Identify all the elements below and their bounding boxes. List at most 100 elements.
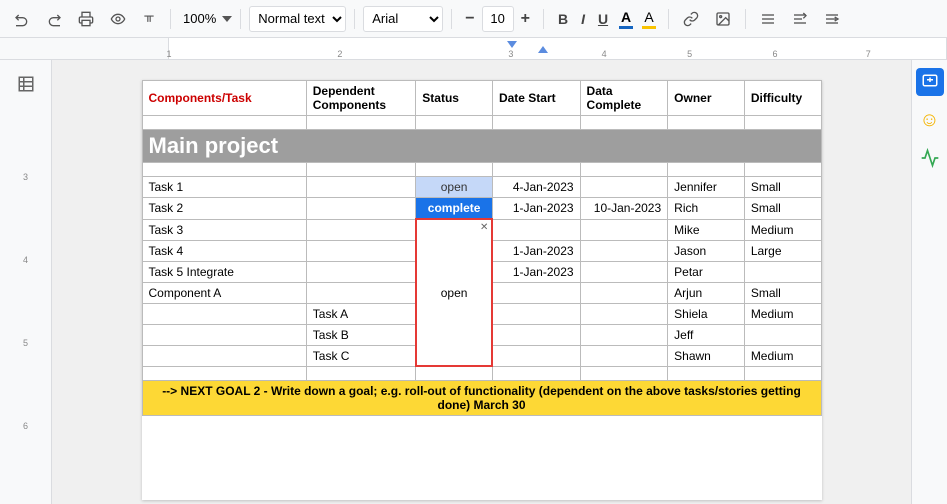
taskC-data-complete bbox=[580, 345, 668, 366]
zoom-value: 100% bbox=[179, 9, 220, 28]
taskA-component bbox=[142, 303, 306, 324]
header-data-complete: Data Complete bbox=[580, 81, 668, 116]
separator-4 bbox=[451, 9, 452, 29]
paint-format-button[interactable] bbox=[104, 7, 132, 31]
ruler-tab-marker-2 bbox=[538, 46, 548, 53]
header-dependent: Dependent Components bbox=[306, 81, 416, 116]
main-content: 3 4 5 6 Components/Task Dependent Compon… bbox=[0, 60, 947, 504]
spacer-row-3 bbox=[142, 366, 821, 380]
task2-status[interactable]: complete bbox=[416, 198, 493, 220]
page-number-4: 4 bbox=[23, 255, 28, 265]
task4-name: Task 4 bbox=[142, 240, 306, 261]
separator-7 bbox=[745, 9, 746, 29]
redo-button[interactable] bbox=[40, 7, 68, 31]
more-options-button[interactable] bbox=[818, 7, 846, 31]
outline-icon[interactable] bbox=[10, 68, 42, 100]
undo-button[interactable] bbox=[8, 7, 36, 31]
taskA-date-start bbox=[492, 303, 580, 324]
separator-2 bbox=[240, 9, 241, 29]
table-row: Task 2 complete 1-Jan-2023 10-Jan-2023 R… bbox=[142, 198, 821, 220]
underline-button[interactable]: U bbox=[592, 8, 614, 30]
ruler-mark-5: 6 bbox=[773, 49, 778, 59]
taskA-difficulty: Medium bbox=[744, 303, 821, 324]
task5-name: Task 5 Integrate bbox=[142, 261, 306, 282]
task4-difficulty: Large bbox=[744, 240, 821, 261]
task1-difficulty: Small bbox=[744, 177, 821, 198]
add-comment-button[interactable] bbox=[916, 68, 944, 96]
task5-owner: Petar bbox=[668, 261, 745, 282]
emoji-button[interactable]: ☺ bbox=[916, 106, 944, 134]
task5-date-start: 1-Jan-2023 bbox=[492, 261, 580, 282]
task5-data-complete bbox=[580, 261, 668, 282]
task2-name: Task 2 bbox=[142, 198, 306, 220]
task2-owner: Rich bbox=[668, 198, 745, 220]
ruler-mark-1: 2 bbox=[337, 49, 342, 59]
font-size-input[interactable] bbox=[482, 6, 514, 32]
compA-difficulty: Small bbox=[744, 282, 821, 303]
task5-dependent bbox=[306, 261, 416, 282]
taskC-name: Task C bbox=[306, 345, 416, 366]
task1-date-start: 4-Jan-2023 bbox=[492, 177, 580, 198]
separator-6 bbox=[668, 9, 669, 29]
task3-owner: Mike bbox=[668, 219, 745, 240]
task4-owner: Jason bbox=[668, 240, 745, 261]
compA-name: Component A bbox=[142, 282, 306, 303]
toolbar: 100% Normal text Arial − + B I U A A bbox=[0, 0, 947, 38]
font-size-decrease-button[interactable]: − bbox=[460, 8, 479, 30]
page-number-5: 5 bbox=[23, 338, 28, 348]
close-x[interactable]: ✕ bbox=[480, 222, 488, 233]
highlight-color-button[interactable]: A bbox=[638, 7, 660, 31]
ruler: 1 2 3 4 5 6 7 bbox=[0, 38, 947, 60]
page-number-6: 6 bbox=[23, 421, 28, 431]
taskC-component bbox=[142, 345, 306, 366]
task3-data-complete bbox=[580, 219, 668, 240]
task3-date-start bbox=[492, 219, 580, 240]
ruler-tab-marker-1 bbox=[507, 41, 517, 48]
compA-dependent bbox=[306, 282, 416, 303]
format-buttons: B I U A A bbox=[552, 7, 660, 31]
insert-link-button[interactable] bbox=[677, 7, 705, 31]
highlight-label: A bbox=[644, 9, 653, 25]
separator-1 bbox=[170, 9, 171, 29]
header-difficulty: Difficulty bbox=[744, 81, 821, 116]
format-clear-button[interactable] bbox=[136, 8, 162, 30]
taskA-data-complete bbox=[580, 303, 668, 324]
taskB-date-start bbox=[492, 324, 580, 345]
table-row: Task 1 open 4-Jan-2023 Jennifer Small bbox=[142, 177, 821, 198]
task4-data-complete bbox=[580, 240, 668, 261]
align-button[interactable] bbox=[754, 7, 782, 31]
document-area: Components/Task Dependent Components Sta… bbox=[52, 60, 911, 504]
task4-date-start: 1-Jan-2023 bbox=[492, 240, 580, 261]
taskB-data-complete bbox=[580, 324, 668, 345]
ruler-mark-2: 3 bbox=[508, 49, 513, 59]
font-family-select[interactable]: Arial bbox=[363, 6, 443, 32]
merged-status-open[interactable]: ✕ open bbox=[416, 219, 493, 366]
taskB-owner: Jeff bbox=[668, 324, 745, 345]
task3-difficulty: Medium bbox=[744, 219, 821, 240]
highlight-color-bar bbox=[642, 26, 656, 29]
line-spacing-button[interactable] bbox=[786, 7, 814, 31]
chart-button[interactable] bbox=[916, 144, 944, 172]
bold-button[interactable]: B bbox=[552, 8, 574, 30]
header-owner: Owner bbox=[668, 81, 745, 116]
header-date-start: Date Start bbox=[492, 81, 580, 116]
task1-status[interactable]: open bbox=[416, 177, 493, 198]
project-table: Components/Task Dependent Components Sta… bbox=[142, 80, 822, 416]
font-color-bar bbox=[619, 26, 633, 29]
task3-name: Task 3 bbox=[142, 219, 306, 240]
taskB-name: Task B bbox=[306, 324, 416, 345]
spacer-row-1 bbox=[142, 116, 821, 130]
print-button[interactable] bbox=[72, 7, 100, 31]
ruler-mark-3: 4 bbox=[602, 49, 607, 59]
main-project-title: Main project bbox=[142, 130, 821, 163]
paragraph-style-select[interactable]: Normal text bbox=[249, 6, 346, 32]
page-number-3: 3 bbox=[23, 172, 28, 182]
task5-difficulty bbox=[744, 261, 821, 282]
task1-owner: Jennifer bbox=[668, 177, 745, 198]
font-size-control: − + bbox=[460, 6, 535, 32]
font-size-increase-button[interactable]: + bbox=[516, 8, 535, 30]
font-color-label: A bbox=[621, 9, 631, 25]
font-color-button[interactable]: A bbox=[615, 7, 637, 31]
insert-image-button[interactable] bbox=[709, 7, 737, 31]
italic-button[interactable]: I bbox=[575, 8, 591, 30]
